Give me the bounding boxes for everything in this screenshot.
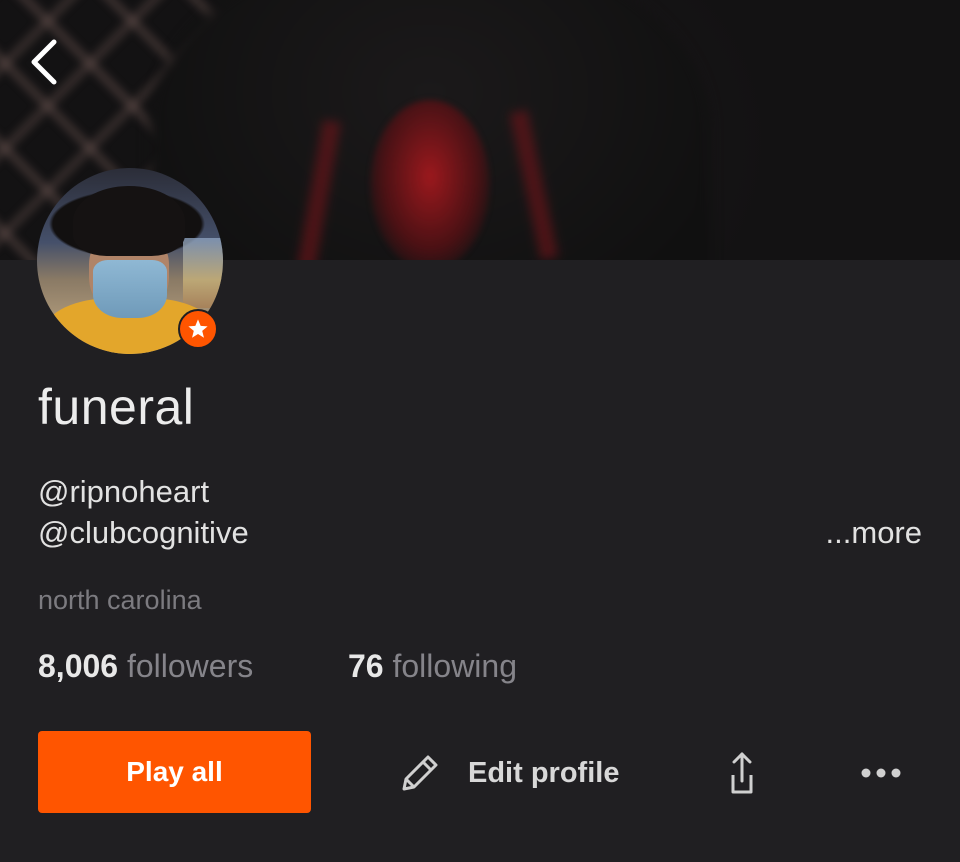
more-horizontal-icon: [861, 768, 901, 778]
bio-line-1[interactable]: @ripnoheart: [38, 474, 209, 510]
bio-more-link[interactable]: ...more: [826, 515, 922, 551]
avatar-hair: [73, 186, 185, 256]
bio-line-2[interactable]: @clubcognitive: [38, 515, 249, 551]
avatar-mask: [93, 260, 167, 318]
star-icon: [188, 319, 208, 338]
following-label: following: [392, 648, 517, 684]
pencil-icon: [402, 755, 438, 791]
followers-stat[interactable]: 8,006 followers: [38, 648, 253, 685]
banner-red-graphic: [370, 100, 490, 260]
edit-profile-button[interactable]: Edit profile: [396, 748, 619, 798]
play-all-button[interactable]: Play all: [38, 731, 311, 813]
followers-label: followers: [126, 648, 254, 684]
share-icon: [731, 752, 753, 794]
more-options-button[interactable]: [858, 756, 904, 790]
back-button[interactable]: [26, 36, 66, 88]
following-stat[interactable]: 76 following: [348, 648, 517, 685]
display-name: funeral: [38, 379, 195, 435]
avatar-background: [183, 238, 223, 308]
followers-count: 8,006: [38, 648, 119, 684]
pro-badge: [178, 309, 218, 349]
following-count: 76: [348, 648, 384, 684]
share-button[interactable]: [718, 748, 766, 798]
chevron-left-icon: [31, 39, 57, 85]
edit-profile-label: Edit profile: [468, 756, 620, 789]
location: north carolina: [38, 585, 202, 615]
